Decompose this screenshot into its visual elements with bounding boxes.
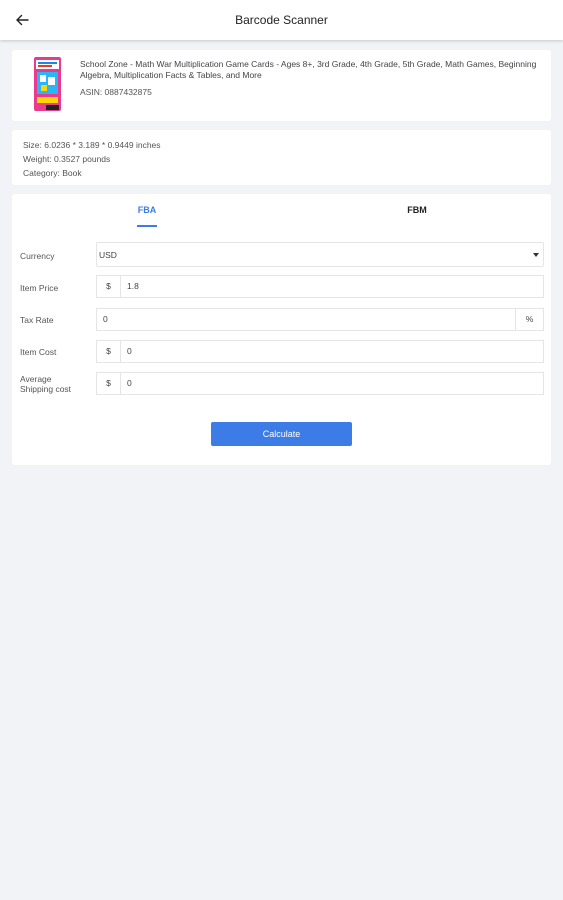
shipping-cost-label: Average Shipping cost bbox=[20, 374, 71, 394]
product-title: School Zone - Math War Multiplication Ga… bbox=[80, 59, 537, 80]
dropdown-caret-icon bbox=[533, 253, 539, 257]
back-button[interactable] bbox=[8, 6, 36, 34]
calculate-button[interactable]: Calculate bbox=[211, 422, 352, 446]
product-asin: ASIN: 0887432875 bbox=[80, 87, 152, 97]
currency-value: USD bbox=[99, 250, 117, 260]
currency-label: Currency bbox=[20, 251, 55, 261]
spec-size: Size: 6.0236 * 3.189 * 0.9449 inches bbox=[23, 140, 161, 150]
specs-card: Size: 6.0236 * 3.189 * 0.9449 inches Wei… bbox=[12, 130, 551, 185]
item-price-label: Item Price bbox=[20, 283, 59, 293]
spec-weight: Weight: 0.3527 pounds bbox=[23, 154, 111, 164]
currency-select[interactable]: USD bbox=[96, 242, 544, 267]
item-cost-prefix: $ bbox=[96, 340, 120, 363]
active-tab-indicator bbox=[137, 225, 157, 227]
item-cost-input[interactable]: 0 bbox=[120, 340, 544, 363]
item-cost-label: Item Cost bbox=[20, 347, 57, 357]
tab-fba[interactable]: FBA bbox=[137, 205, 157, 215]
tax-rate-label: Tax Rate bbox=[20, 315, 54, 325]
tab-fbm[interactable]: FBM bbox=[406, 205, 428, 215]
item-price-prefix: $ bbox=[96, 275, 120, 298]
page-title: Barcode Scanner bbox=[235, 13, 328, 27]
product-card: School Zone - Math War Multiplication Ga… bbox=[12, 50, 551, 121]
shipping-cost-input[interactable]: 0 bbox=[120, 372, 544, 395]
tax-rate-suffix: % bbox=[516, 308, 544, 331]
shipping-cost-label-line2: Shipping cost bbox=[20, 384, 72, 394]
shipping-cost-prefix: $ bbox=[96, 372, 120, 395]
product-thumbnail[interactable] bbox=[32, 56, 64, 112]
shipping-cost-label-line1: Average bbox=[20, 374, 52, 384]
item-price-input[interactable]: 1.8 bbox=[120, 275, 544, 298]
tab-bar: FBA FBM bbox=[12, 194, 551, 228]
spec-category: Category: Book bbox=[23, 168, 82, 178]
app-bar: Barcode Scanner bbox=[0, 0, 563, 40]
arrow-left-icon bbox=[16, 14, 29, 26]
calculator-card: FBA FBM Currency USD Item Price $ 1.8 Ta… bbox=[12, 194, 551, 465]
tax-rate-input[interactable]: 0 bbox=[96, 308, 516, 331]
